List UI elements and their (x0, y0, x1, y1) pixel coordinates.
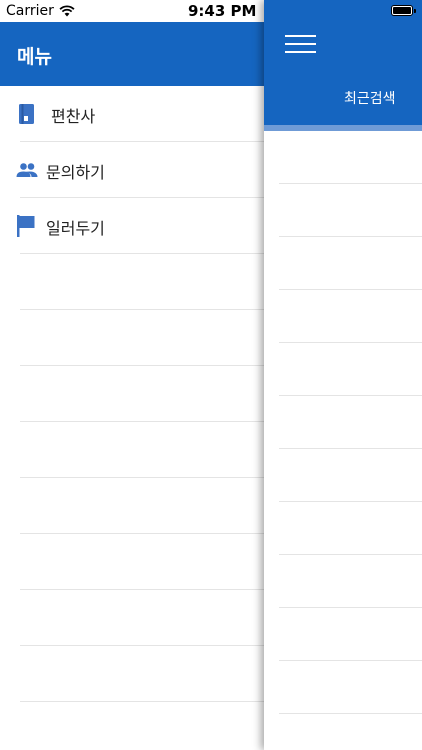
menu-item-publisher[interactable]: 편찬사 (19, 86, 264, 142)
main-panel[interactable]: 최근검색 (264, 0, 422, 750)
menu-header: 메뉴 (0, 22, 264, 86)
list-item (20, 590, 264, 646)
list-item (20, 366, 264, 422)
menu-list: 편찬사 문의하기 일러두기 (0, 86, 264, 702)
list-item[interactable] (279, 555, 422, 608)
flag-icon (17, 215, 35, 237)
list-item (20, 478, 264, 534)
recent-search-list (264, 131, 422, 714)
list-item[interactable] (279, 396, 422, 449)
people-icon (16, 163, 38, 177)
menu-item-label: 일러두기 (46, 219, 105, 238)
side-menu: 메뉴 편찬사 문의하기 일러두기 (0, 0, 264, 750)
wifi-icon (59, 5, 75, 17)
list-item[interactable] (279, 608, 422, 661)
carrier-label: Carrier (6, 3, 54, 19)
list-item[interactable] (279, 131, 422, 184)
menu-item-label: 편찬사 (51, 107, 96, 126)
list-item[interactable] (279, 290, 422, 343)
battery-icon (391, 5, 416, 16)
menu-item-guide[interactable]: 일러두기 (17, 198, 264, 254)
book-icon (19, 104, 34, 124)
list-item[interactable] (279, 343, 422, 396)
list-item[interactable] (279, 661, 422, 714)
status-time: 9:43 PM (188, 2, 257, 20)
list-item (20, 646, 264, 702)
list-item[interactable] (279, 237, 422, 290)
list-item (20, 254, 264, 310)
list-item[interactable] (279, 449, 422, 502)
list-item[interactable] (279, 184, 422, 237)
list-item (20, 534, 264, 590)
hamburger-icon[interactable] (285, 35, 316, 53)
list-item[interactable] (279, 502, 422, 555)
tab-recent-search[interactable]: 최근검색 (344, 88, 396, 108)
menu-item-label: 문의하기 (46, 163, 105, 182)
list-item (20, 310, 264, 366)
menu-title: 메뉴 (17, 46, 52, 68)
status-bar: Carrier 9:43 PM (0, 0, 422, 22)
carrier-info: Carrier (6, 3, 75, 19)
list-item (20, 422, 264, 478)
menu-item-contact[interactable]: 문의하기 (16, 142, 264, 198)
